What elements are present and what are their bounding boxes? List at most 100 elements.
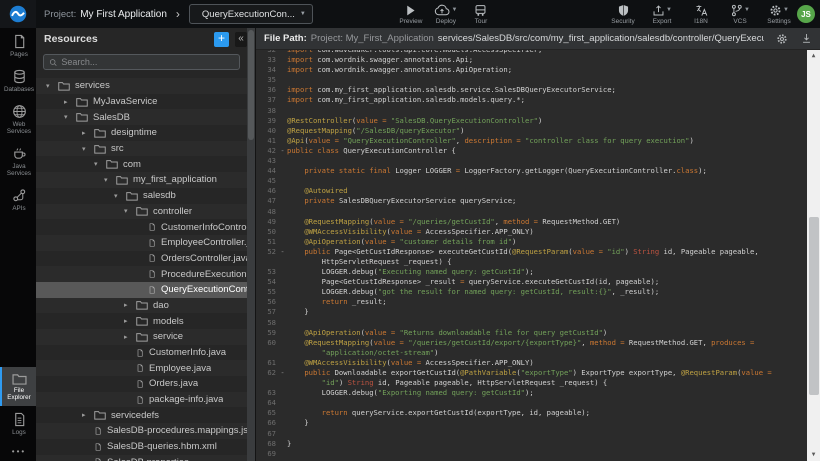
tree-item-models[interactable]: ▸models xyxy=(36,313,247,329)
deploy-button[interactable]: ▼Deploy xyxy=(432,3,460,25)
tree-item-salesdb-properties[interactable]: SalesDB.properties xyxy=(36,455,247,461)
tree-item-orderscontroller-java[interactable]: OrdersController.java xyxy=(36,251,247,267)
rail-item-java-services[interactable]: Java Services xyxy=(0,140,36,182)
tree-item-com[interactable]: ▾com xyxy=(36,156,247,172)
scroll-up-icon[interactable]: ▲ xyxy=(807,50,820,62)
tree-item-procedureexecutioncontroller-java[interactable]: ProcedureExecutionController.java xyxy=(36,266,247,282)
rail-item-logs[interactable]: Logs xyxy=(0,406,36,441)
tree-item-my-first-application[interactable]: ▾my_first_application xyxy=(36,172,247,188)
chevron-right-icon[interactable]: ▸ xyxy=(82,411,94,419)
code-line: "application/octet-stream") xyxy=(256,348,807,358)
tree-item-orders-java[interactable]: Orders.java xyxy=(36,376,247,392)
code-line: 60 @RequestMapping(value = "/queries/get… xyxy=(256,338,807,348)
tree-item-designtime[interactable]: ▸ designtime xyxy=(36,125,247,141)
line-number: 64 xyxy=(256,398,278,408)
chevron-down-icon[interactable]: ▾ xyxy=(82,145,94,153)
tree-item-services[interactable]: ▾ services xyxy=(36,78,247,94)
rail-item-label: Java Services xyxy=(3,163,35,177)
chevron-right-icon[interactable]: ▸ xyxy=(64,98,76,106)
add-resource-button[interactable]: + xyxy=(214,32,229,47)
folder-icon xyxy=(126,191,138,201)
tree-item-label: designtime xyxy=(111,127,157,138)
chevron-right-icon[interactable]: ▸ xyxy=(124,317,136,325)
tree-item-employee-java[interactable]: Employee.java xyxy=(36,360,247,376)
tree-item-label: services xyxy=(75,80,110,91)
file-icon xyxy=(148,253,156,263)
settings-button[interactable]: ▼Settings xyxy=(765,3,793,25)
chevron-down-icon[interactable]: ▾ xyxy=(104,176,116,184)
open-file-dropdown[interactable]: QueryExecutionCon... ▼ xyxy=(189,4,313,24)
tree-item-dao[interactable]: ▸dao xyxy=(36,298,247,314)
tree-item-employeecontroller-java[interactable]: EmployeeController.java xyxy=(36,235,247,251)
fold-marker[interactable]: - xyxy=(278,368,287,378)
fold-gutter xyxy=(278,439,287,449)
tree-item-myjavaservice[interactable]: ▸MyJavaService xyxy=(36,94,247,110)
rail-item-apis[interactable]: APIs xyxy=(0,182,36,217)
fold-marker[interactable]: - xyxy=(278,146,287,156)
code-text: private SalesDBQueryExecutorService quer… xyxy=(287,196,516,206)
gear-icon xyxy=(769,4,782,17)
rail-item-databases[interactable]: Databases xyxy=(0,63,36,98)
export-button[interactable]: ▼Export xyxy=(648,3,676,25)
file-icon xyxy=(94,426,102,436)
fold-gutter xyxy=(278,85,287,95)
rail-item-label: Logs xyxy=(12,429,26,436)
chevron-right-icon[interactable]: ▸ xyxy=(82,129,94,137)
folder-icon xyxy=(76,97,88,107)
tree-scrollbar-thumb[interactable] xyxy=(248,30,254,140)
code-line: 42-public class QueryExecutionController… xyxy=(256,146,807,156)
tree-item-servicedefs[interactable]: ▸servicedefs xyxy=(36,407,247,423)
scroll-down-icon[interactable]: ▼ xyxy=(807,449,820,461)
fold-gutter xyxy=(278,237,287,247)
preview-button[interactable]: Preview xyxy=(397,3,425,25)
fold-gutter xyxy=(278,176,287,186)
line-number: 49 xyxy=(256,217,278,227)
chevron-down-icon[interactable]: ▾ xyxy=(124,207,136,215)
tree-item-salesdb[interactable]: ▾salesdb xyxy=(36,188,247,204)
tree-item-package-info-java[interactable]: package-info.java xyxy=(36,392,247,408)
tree-item-service[interactable]: ▸service xyxy=(36,329,247,345)
chevron-down-icon[interactable]: ▾ xyxy=(114,192,126,200)
user-avatar[interactable]: JS xyxy=(797,5,815,23)
wavemaker-logo[interactable] xyxy=(0,0,36,28)
folder-icon xyxy=(76,112,88,122)
chevron-right-icon[interactable]: ▸ xyxy=(124,333,136,341)
download-icon[interactable] xyxy=(801,33,812,44)
chevron-down-icon[interactable]: ▾ xyxy=(64,113,76,121)
collapse-panel-button[interactable]: « xyxy=(235,32,247,47)
code-editor[interactable]: 32import com.wavemaker.tools.api.core.mo… xyxy=(256,50,820,461)
rail-item-file-explorer[interactable]: File Explorer xyxy=(0,367,36,406)
rail-item-web-services[interactable]: Web Services xyxy=(0,98,36,140)
tree-scrollbar[interactable] xyxy=(247,28,255,461)
code-text: @RequestMapping(value = "/queries/getCus… xyxy=(287,338,754,348)
search-input[interactable] xyxy=(61,57,234,67)
security-button[interactable]: Security xyxy=(609,3,637,25)
i18n-button[interactable]: I18N xyxy=(687,3,715,25)
tree-item-salesdb[interactable]: ▾SalesDB xyxy=(36,109,247,125)
chevron-right-icon[interactable]: ▸ xyxy=(124,301,136,309)
tree-item-customerinfo-java[interactable]: CustomerInfo.java xyxy=(36,345,247,361)
tree-item-queryexecutioncontroller-java[interactable]: QueryExecutionController.java xyxy=(36,282,247,298)
tree-item-salesdb-queries-hbm-xml[interactable]: SalesDB-queries.hbm.xml xyxy=(36,439,247,455)
editor-scrollbar[interactable]: ▲ ▼ xyxy=(807,50,820,461)
chevron-down-icon[interactable]: ▾ xyxy=(94,160,106,168)
vcs-button[interactable]: ▼VCS xyxy=(726,3,754,25)
wave-logo-icon xyxy=(9,5,27,23)
tour-button[interactable]: Tour xyxy=(467,3,495,25)
tree-item-src[interactable]: ▾src xyxy=(36,141,247,157)
rail-item-pages[interactable]: Pages xyxy=(0,28,36,63)
chevron-down-icon[interactable]: ▾ xyxy=(46,82,58,90)
tree-item-salesdb-procedures-mappings-json[interactable]: SalesDB-procedures.mappings.json xyxy=(36,423,247,439)
file-icon xyxy=(148,285,156,295)
gear-icon[interactable] xyxy=(776,33,788,45)
tree-item-controller[interactable]: ▾controller xyxy=(36,204,247,220)
fold-gutter xyxy=(278,388,287,398)
tree-item-customerinfocontroller-java[interactable]: CustomerInfoController.java xyxy=(36,219,247,235)
code-text: return queryService.exportGetCustId(expo… xyxy=(287,408,590,418)
fold-marker[interactable]: - xyxy=(278,247,287,257)
editor-scrollbar-thumb[interactable] xyxy=(809,217,819,395)
rail-item-[interactable]: ••• xyxy=(0,441,36,461)
top-bar: Project: My First Application › QueryExe… xyxy=(0,0,820,28)
line-number: 48 xyxy=(256,207,278,217)
fold-gutter xyxy=(278,297,287,307)
